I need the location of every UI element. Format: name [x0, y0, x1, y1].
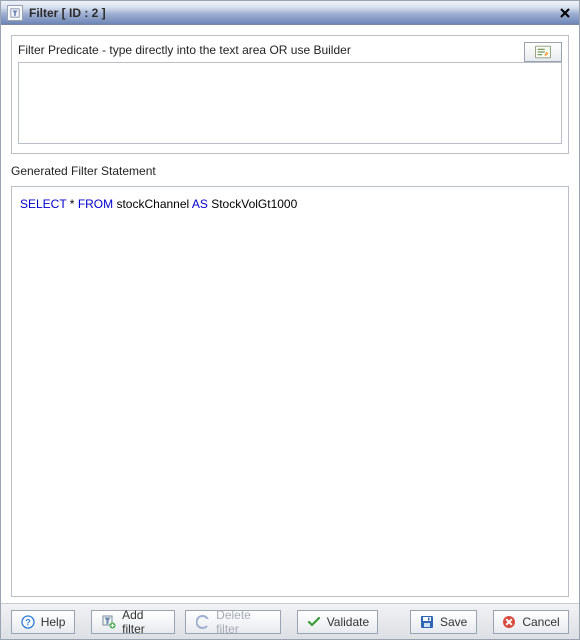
save-button[interactable]: Save [410, 610, 477, 634]
save-icon [420, 615, 434, 629]
help-label: Help [41, 615, 66, 629]
kw-from: FROM [78, 197, 113, 211]
add-filter-icon [102, 615, 116, 629]
tok-starfrom: * [66, 197, 77, 211]
add-filter-label: Add filter [122, 608, 164, 636]
statement-label: Generated Filter Statement [11, 164, 569, 178]
svg-text:?: ? [25, 617, 31, 627]
validate-button[interactable]: Validate [297, 610, 378, 634]
button-bar: ? Help Add filter Delete filter Va [1, 603, 579, 639]
kw-select: SELECT [20, 197, 66, 211]
save-label: Save [440, 615, 467, 629]
dialog-body: Filter Predicate - type directly into th… [1, 25, 579, 603]
help-button[interactable]: ? Help [11, 610, 75, 634]
delete-filter-button[interactable]: Delete filter [185, 610, 281, 634]
cancel-button[interactable]: Cancel [493, 610, 569, 634]
tok-alias: StockVolGt1000 [208, 197, 297, 211]
predicate-textarea[interactable] [18, 62, 562, 144]
titlebar: Filter [ ID : 2 ] [1, 1, 579, 25]
close-button[interactable] [557, 5, 573, 21]
window-title: Filter [ ID : 2 ] [29, 6, 106, 20]
delete-filter-icon [196, 615, 210, 629]
statement-output: SELECT * FROM stockChannel AS StockVolGt… [11, 186, 569, 597]
tok-table: stockChannel [113, 197, 192, 211]
validate-label: Validate [327, 615, 369, 629]
cancel-icon [502, 615, 516, 629]
filter-dialog: Filter [ ID : 2 ] Filter Predicate - typ… [0, 0, 580, 640]
builder-button[interactable] [524, 42, 562, 62]
predicate-label: Filter Predicate - type directly into th… [18, 43, 351, 57]
delete-filter-label: Delete filter [216, 608, 270, 636]
add-filter-button[interactable]: Add filter [91, 610, 175, 634]
cancel-label: Cancel [522, 615, 559, 629]
help-icon: ? [21, 615, 35, 629]
kw-as: AS [192, 197, 208, 211]
filter-app-icon [7, 5, 23, 21]
predicate-panel: Filter Predicate - type directly into th… [11, 35, 569, 154]
validate-icon [307, 615, 321, 629]
